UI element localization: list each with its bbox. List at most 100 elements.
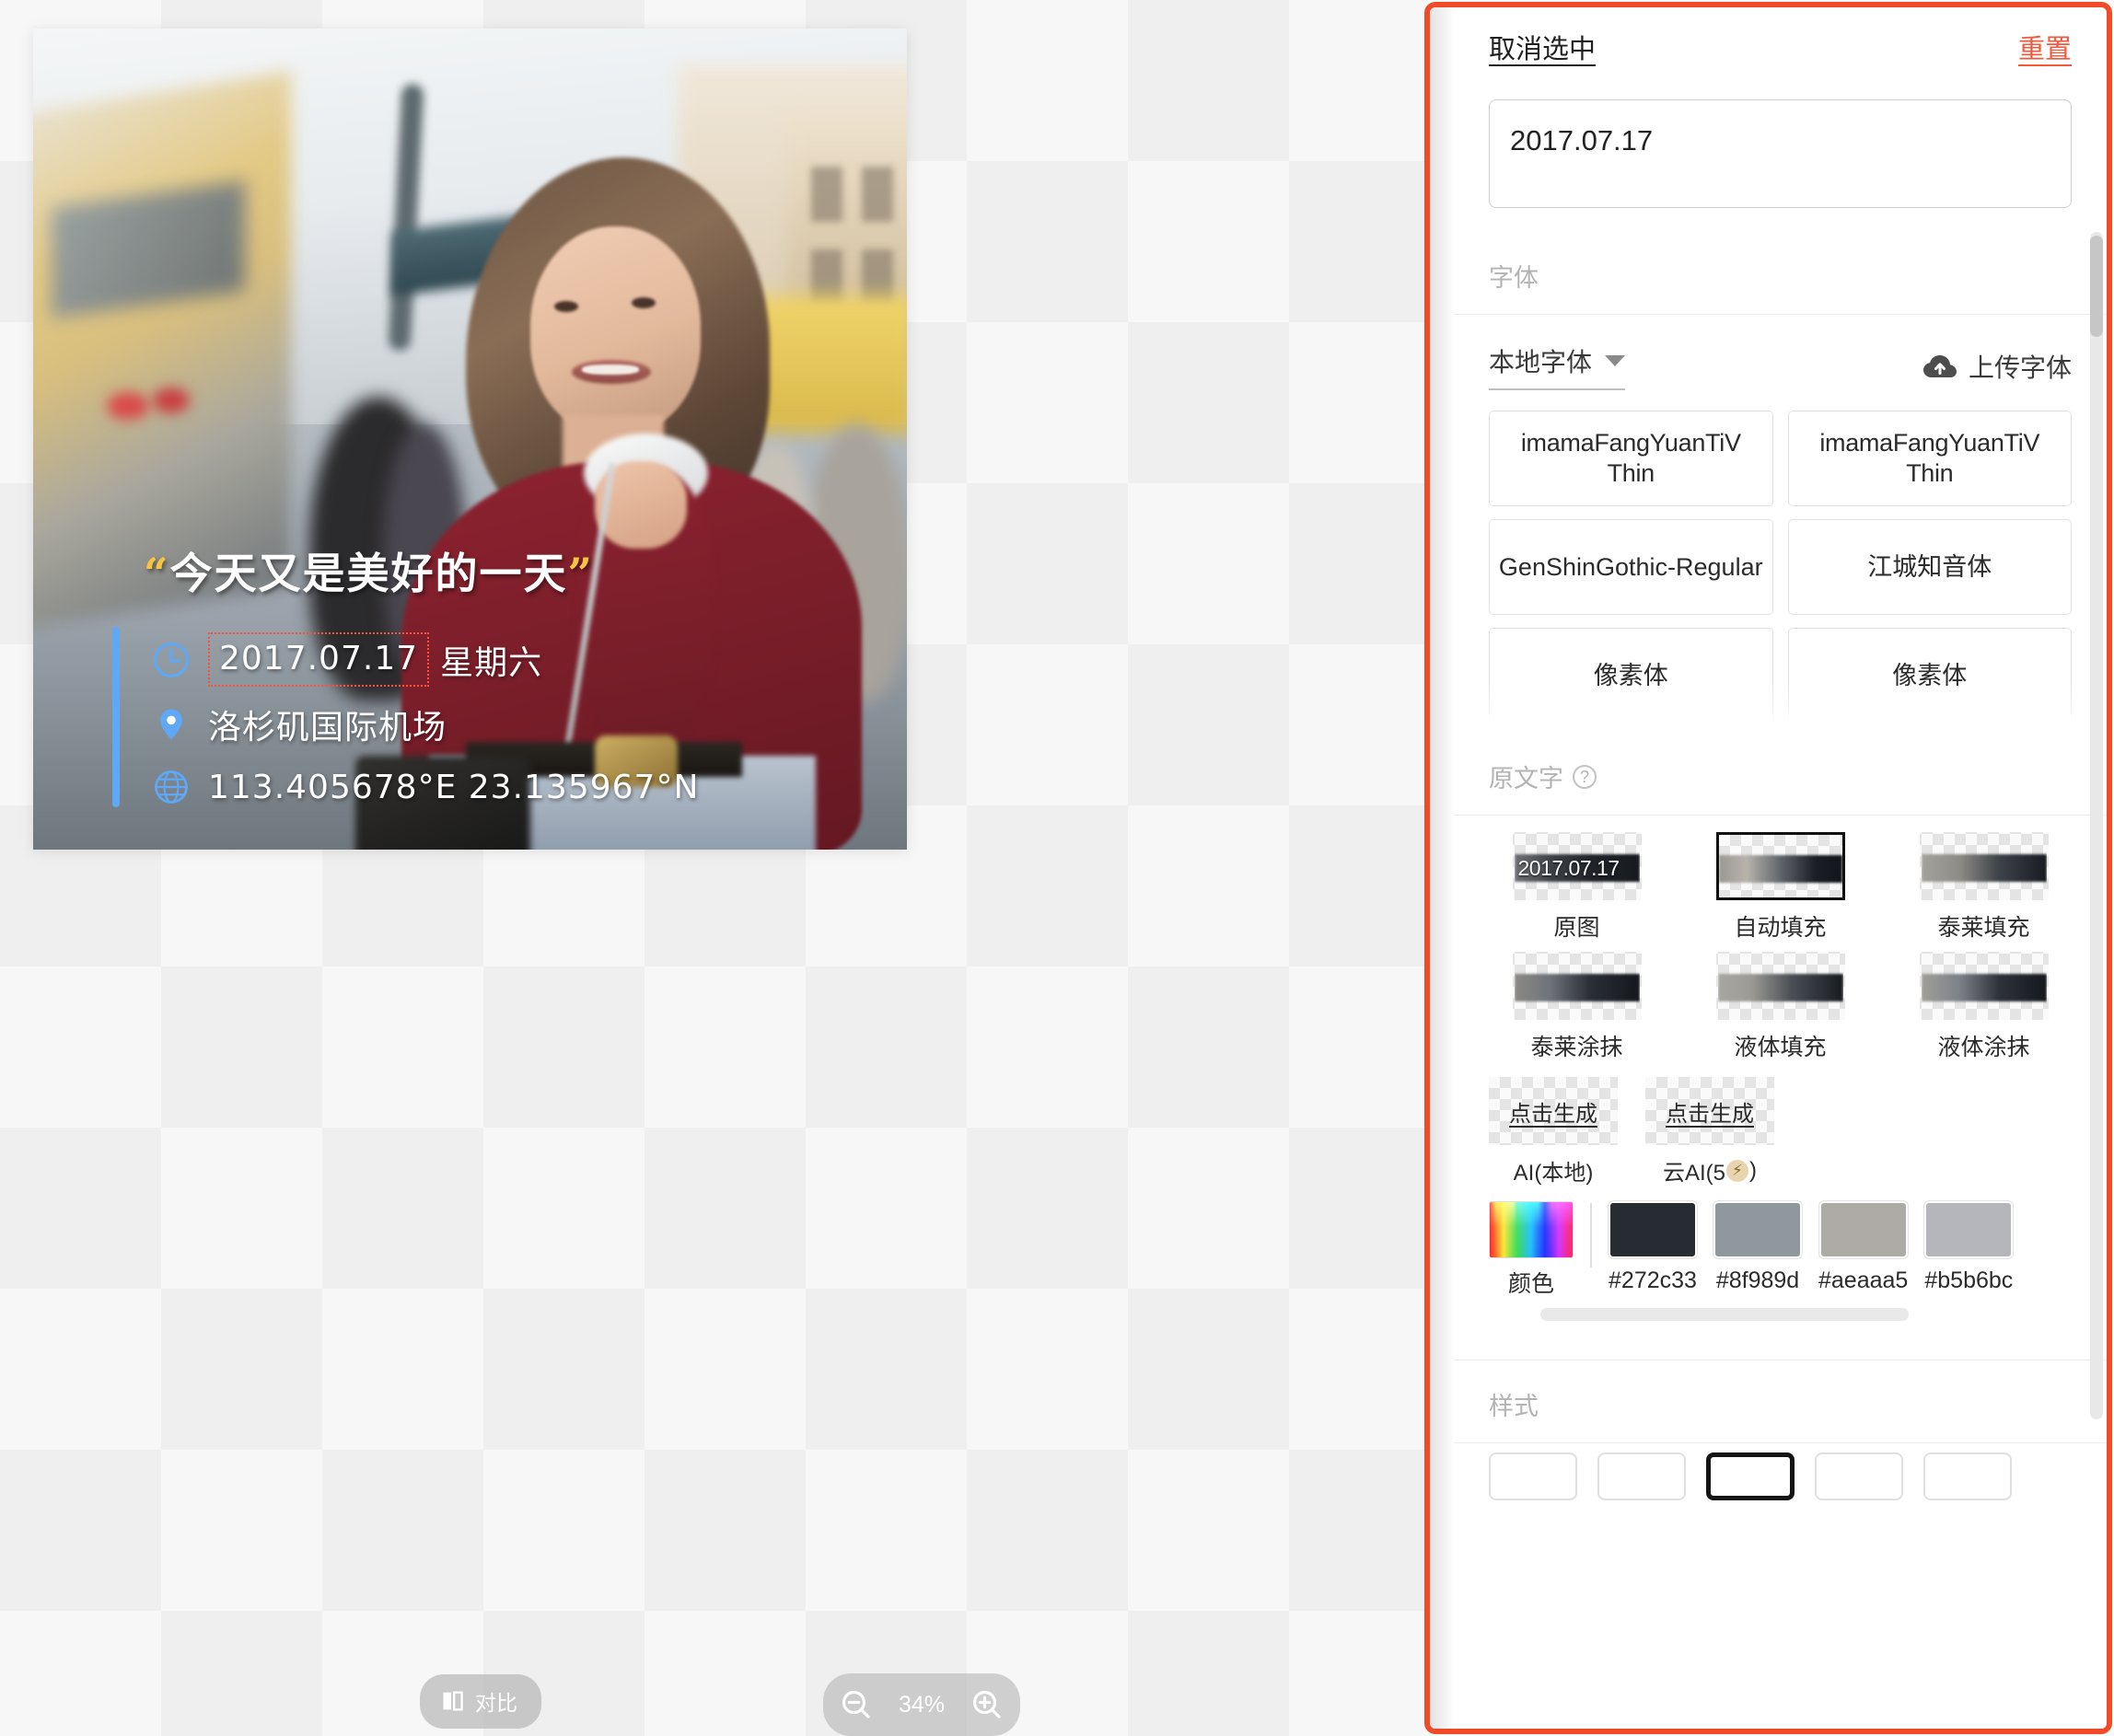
- font-card[interactable]: 像素体: [1787, 628, 2072, 723]
- style-swatch[interactable]: [1597, 1452, 1686, 1500]
- ai-cloud-thumb[interactable]: 点击生成: [1645, 1077, 1774, 1145]
- upload-font-label: 上传字体: [1968, 353, 2072, 382]
- color-picker-item[interactable]: 颜色: [1489, 1201, 1574, 1299]
- font-list[interactable]: imamaFangYuanTiV Thin imamaFangYuanTiV T…: [1489, 411, 2072, 733]
- color-swatch-label: #272c33: [1609, 1267, 1697, 1293]
- color-swatch-label: #b5b6bc: [1924, 1267, 2014, 1293]
- text-content-input[interactable]: 2017.07.17: [1489, 99, 2072, 208]
- style-swatch-row[interactable]: [1454, 1443, 2107, 1500]
- question-mark-icon[interactable]: ?: [1573, 764, 1597, 789]
- color-swatch-item[interactable]: #aeaaa5: [1818, 1201, 1908, 1294]
- overlay-title-text: 今天又是美好的一天: [169, 549, 568, 598]
- font-card[interactable]: imamaFangYuanTiV Thin: [1787, 411, 2072, 506]
- thumb-item[interactable]: 液体填充: [1692, 952, 1868, 1062]
- style-swatch[interactable]: [1706, 1452, 1795, 1500]
- overlay-accent-bar: [112, 627, 120, 807]
- lightning-bolt-icon: ⚡: [1726, 1159, 1748, 1182]
- thumb-item[interactable]: 泰莱涂抹: [1489, 952, 1665, 1062]
- thumb-label: 泰莱填充: [1937, 915, 2030, 941]
- style-section-header: 样式: [1454, 1360, 2107, 1442]
- original-text-title: 原文字: [1489, 765, 1563, 793]
- font-section-header: 字体: [1454, 232, 2107, 314]
- zoom-control[interactable]: 34%: [823, 1673, 1020, 1736]
- overlay-coordinates-text: 113.405678°E 23.135967°N: [208, 768, 700, 806]
- photo-preview[interactable]: “今天又是美好的一天” 2017.07.17 星期六 洛杉矶国际机场 113.4…: [33, 29, 907, 850]
- original-text-thumbnails[interactable]: 2017.07.17 原图 自动填充 泰莱填充 泰莱涂抹 液体填充 液体涂抹: [1454, 816, 2107, 1062]
- font-section-title: 字体: [1489, 264, 1539, 292]
- color-swatch[interactable]: [1713, 1201, 1802, 1258]
- compare-icon: [443, 1691, 463, 1711]
- panel-scrollbar-thumb[interactable]: [2090, 236, 2103, 337]
- thumb-preview[interactable]: 2017.07.17: [1513, 832, 1642, 900]
- thumb-preview[interactable]: [1920, 832, 2049, 900]
- ai-local-label: AI(本地): [1513, 1161, 1594, 1186]
- color-swatch-item[interactable]: #272c33: [1609, 1201, 1697, 1294]
- font-source-label: 本地字体: [1489, 348, 1593, 376]
- clock-icon: [153, 642, 190, 677]
- ai-local-thumb[interactable]: 点击生成: [1489, 1077, 1618, 1145]
- ai-local-item[interactable]: 点击生成 AI(本地): [1489, 1077, 1618, 1186]
- font-source-dropdown[interactable]: 本地字体: [1489, 342, 1626, 390]
- thumb-item[interactable]: 液体涂抹: [1896, 952, 2072, 1062]
- color-swatch-label: #aeaaa5: [1818, 1267, 1909, 1293]
- upload-font-button[interactable]: 上传字体: [1922, 348, 2072, 385]
- canvas-area[interactable]: “今天又是美好的一天” 2017.07.17 星期六 洛杉矶国际机场 113.4…: [0, 0, 1425, 1736]
- thumb-label: 原图: [1553, 915, 1600, 941]
- color-swatch[interactable]: [1609, 1201, 1697, 1258]
- color-divider: [1590, 1203, 1592, 1267]
- zoom-out-button[interactable]: [830, 1679, 882, 1730]
- thumb-strip: [1514, 974, 1640, 1001]
- compare-button[interactable]: 对比: [420, 1674, 541, 1729]
- overlay-weekday: 星期六: [440, 643, 543, 682]
- panel-header: 取消选中 重置: [1454, 7, 2107, 66]
- overlay-date-selected[interactable]: 2017.07.17: [208, 632, 430, 687]
- font-card[interactable]: 江城知音体: [1787, 519, 2072, 615]
- chevron-down-icon: [1605, 355, 1626, 366]
- color-row-scrollbar[interactable]: [1540, 1308, 1909, 1321]
- thumb-preview[interactable]: [1513, 952, 1642, 1020]
- thumb-overlay-text: 2017.07.17: [1517, 856, 1620, 880]
- thumb-item[interactable]: 泰莱填充: [1896, 832, 2072, 943]
- zoom-in-button[interactable]: [961, 1679, 1013, 1730]
- color-swatch-row[interactable]: 颜色 #272c33 #8f989d #aeaaa5 #b5b6bc: [1454, 1186, 2107, 1299]
- thumb-strip: [1717, 974, 1843, 1001]
- properties-panel: 取消选中 重置 2017.07.17 字体 本地字体 上传字体 imamaFan…: [1424, 2, 2112, 1734]
- ai-generate-row[interactable]: 点击生成 AI(本地) 点击生成 云AI(5 ⚡): [1454, 1062, 2107, 1186]
- color-swatch[interactable]: [1818, 1201, 1908, 1258]
- thumb-item[interactable]: 自动填充: [1692, 832, 1868, 943]
- thumb-preview[interactable]: [1715, 832, 1845, 900]
- font-source-row: 本地字体 上传字体: [1454, 339, 2107, 390]
- ai-cloud-label-prefix: 云AI(5: [1662, 1161, 1725, 1186]
- thumb-strip: [1718, 855, 1842, 883]
- quote-close-icon: ”: [567, 549, 594, 598]
- globe-icon: [155, 770, 188, 804]
- color-picker-icon[interactable]: [1489, 1201, 1574, 1258]
- overlay-location-row[interactable]: 洛杉矶国际机场: [151, 700, 447, 748]
- ai-cloud-generate-label: 点击生成: [1666, 1101, 1754, 1127]
- overlay-title[interactable]: “今天又是美好的一天”: [144, 540, 594, 601]
- style-swatch[interactable]: [1489, 1452, 1577, 1500]
- color-swatch[interactable]: [1924, 1201, 2014, 1258]
- font-card[interactable]: 像素体: [1489, 628, 1773, 723]
- color-swatch-item[interactable]: #8f989d: [1713, 1201, 1802, 1294]
- panel-scrollbar-track[interactable]: [2090, 232, 2103, 1419]
- thumb-item[interactable]: 2017.07.17 原图: [1489, 832, 1665, 943]
- style-section-title: 样式: [1489, 1393, 1539, 1420]
- thumb-preview[interactable]: [1716, 952, 1845, 1020]
- color-swatch-item[interactable]: #b5b6bc: [1924, 1201, 2014, 1294]
- style-swatch[interactable]: [1923, 1452, 2012, 1500]
- thumb-preview[interactable]: [1920, 952, 2049, 1020]
- style-swatch[interactable]: [1815, 1452, 1903, 1500]
- thumb-label: 自动填充: [1734, 915, 1827, 941]
- ai-cloud-item[interactable]: 点击生成 云AI(5 ⚡): [1645, 1077, 1774, 1186]
- font-card[interactable]: GenShinGothic-Regular: [1489, 519, 1773, 615]
- photo-text-overlay: “今天又是美好的一天” 2017.07.17 星期六 洛杉矶国际机场 113.4…: [33, 29, 907, 850]
- overlay-coordinates-row[interactable]: 113.405678°E 23.135967°N: [151, 767, 699, 807]
- cancel-selection-button[interactable]: 取消选中: [1489, 28, 1596, 66]
- overlay-date-row[interactable]: 2017.07.17 星期六: [151, 632, 542, 687]
- ai-local-generate-label: 点击生成: [1509, 1101, 1597, 1127]
- reset-button[interactable]: 重置: [2018, 28, 2072, 66]
- compare-label: 对比: [475, 1691, 517, 1715]
- zoom-in-icon: [972, 1690, 1001, 1719]
- font-card[interactable]: imamaFangYuanTiV Thin: [1489, 411, 1773, 506]
